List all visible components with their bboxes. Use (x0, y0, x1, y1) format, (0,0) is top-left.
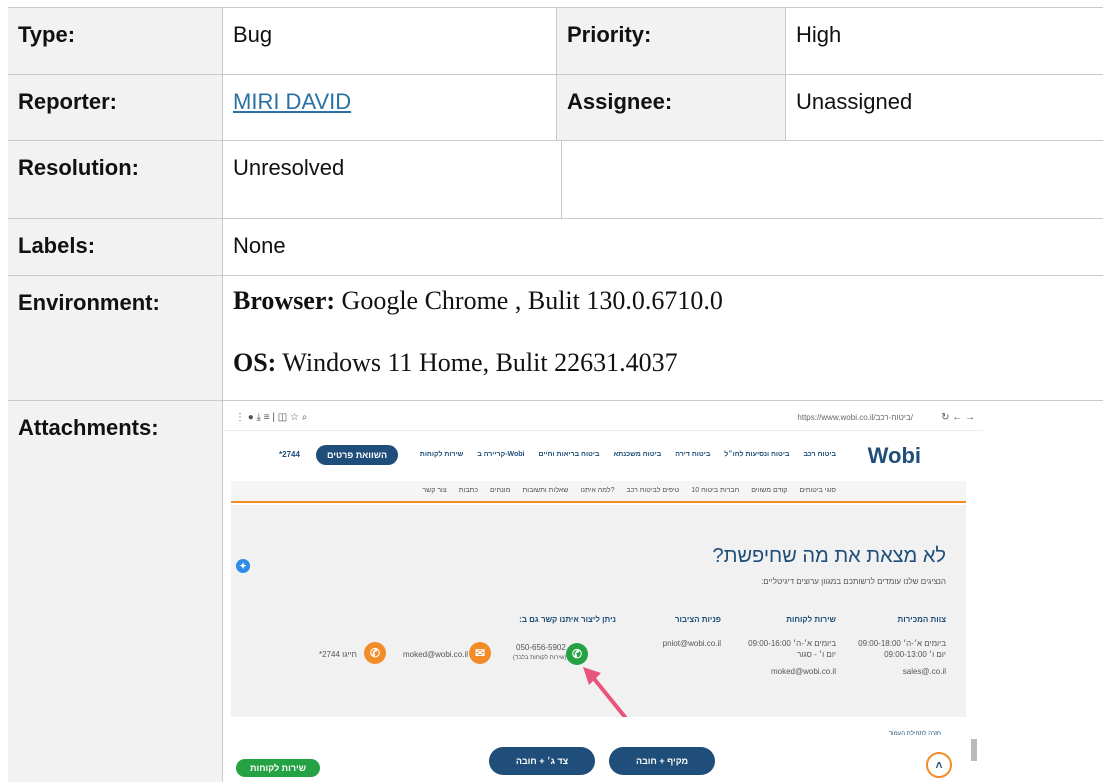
labels-value: None (233, 233, 286, 258)
browser-icons: ⋮ ● ⤓ ≡ | ◫ ☆ ⌕ (235, 412, 308, 423)
os-line: OS: Windows 11 Home, Bulit 22631.4037 (233, 348, 723, 378)
comprehensive-button[interactable]: מקיף + חובה (609, 747, 715, 775)
browser-line: Browser: Google Chrome , Bulit 130.0.671… (233, 286, 723, 316)
public-mail[interactable]: pniot@wobi.co.il (663, 639, 721, 648)
phone-number: *2744 (279, 450, 300, 459)
sub-nav: סוגי ביטוחים קודם משווים 10 חברות ביטוח טיפ… (231, 481, 966, 503)
site-nav-item[interactable]: ביטוח בריאות וחיים (538, 451, 599, 458)
assignee-value: Unassigned (796, 89, 913, 114)
sub-nav-item[interactable]: טיפים לביטוח רכב (627, 487, 680, 494)
type-label: Type: (8, 8, 223, 74)
sales-mail[interactable]: sales@.co.il (903, 667, 946, 676)
browser-toolbar: https://www.wobi.co.il/ביטוח-רכב/ ⋮ ● ⤓ … (223, 407, 983, 431)
attachments-label: Attachments: (8, 401, 223, 782)
accessibility-icon[interactable]: ✦ (236, 559, 250, 573)
compare-button[interactable]: השוואת פרטים (316, 445, 398, 465)
assignee-label: Assignee: (556, 75, 786, 140)
browser-value: Google Chrome , Bulit 130.0.6710.0 (335, 286, 723, 315)
site-nav-item[interactable]: ביטוח ונסיעות לחו״ל (724, 451, 789, 458)
priority-value: High (796, 22, 842, 47)
red-arrow-annotation (583, 667, 627, 719)
col-sales: צוות המכירות (897, 615, 946, 624)
sub-nav-item[interactable]: צור קשר (422, 487, 446, 494)
attachment-screenshot[interactable]: https://www.wobi.co.il/ביטוח-רכב/ ⋮ ● ⤓ … (223, 407, 983, 782)
site-nav: ביטוח רכב ביטוח ונסיעות לחו״ל ביטוח דירה בי… (420, 451, 836, 458)
back-to-top-button[interactable]: ˄ (926, 752, 952, 778)
site-nav-item[interactable]: ביטוח רכב (803, 451, 836, 458)
site-nav-item[interactable]: שירות לקוחות (420, 451, 464, 458)
scrollbar[interactable] (971, 739, 977, 761)
environment-value: Browser: Google Chrome , Bulit 130.0.671… (223, 276, 735, 400)
whatsapp-phone: 050-656-5902 (516, 643, 566, 652)
back-to-top-label: חזרה לתחילת העמוד (888, 731, 941, 737)
row-resolution: Resolution: Unresolved (8, 140, 1103, 219)
site-nav-item[interactable]: ביטוח משכנתא (613, 451, 661, 458)
site-nav-item[interactable]: קריירה ב-Wobi (477, 451, 524, 458)
browser-nav-icons: ↻ ← → (941, 412, 975, 423)
contact-headline: לא מצאת את מה שחיפשת? (712, 545, 947, 567)
service-mail[interactable]: moked@wobi.co.il (771, 667, 836, 676)
environment-label: Environment: (8, 276, 223, 400)
site-header: Wobi ביטוח רכב ביטוח ונסיעות לחו״ל ביטוח ד… (231, 431, 966, 481)
browser-key: Browser: (233, 286, 336, 315)
resolution-value: Unresolved (233, 155, 345, 180)
sales-hours: ביומים א׳-ה׳ 09:00-18:00 (858, 639, 946, 648)
sub-nav-item[interactable]: קודם משווים (751, 487, 787, 494)
row-reporter: Reporter: MIRI DAVID Assignee: Unassigne… (8, 74, 1103, 140)
row-labels: Labels: None (8, 218, 1103, 275)
reporter-label: Reporter: (8, 75, 223, 140)
contact-section: ✦ לא מצאת את מה שחיפשת? הנציגים שלנו עומ… (231, 505, 966, 719)
os-value: Windows 11 Home, Bulit 22631.4037 (276, 348, 678, 377)
site-footer: חזרה לתחילת העמוד שירות לקוחות צד ג׳ + ח… (231, 717, 977, 782)
type-value: Bug (233, 22, 273, 47)
row-type: Type: Bug Priority: High (8, 7, 1103, 74)
col-public: פניות הציבור (674, 615, 721, 624)
labels-label: Labels: (8, 219, 223, 275)
green-service-button[interactable]: שירות לקוחות (236, 759, 320, 777)
reporter-link[interactable]: MIRI DAVID (233, 89, 351, 114)
sub-nav-item[interactable]: למה איתנו? (580, 487, 614, 494)
phone-icon[interactable]: ✆ (364, 642, 386, 664)
sub-nav-item[interactable]: שאלות ותשובות (522, 487, 568, 494)
resolution-divider (561, 141, 562, 219)
whatsapp-note: (שירות לקוחות בלבד) (513, 655, 567, 661)
sub-nav-item[interactable]: כתבות (459, 487, 478, 494)
browser-url[interactable]: https://www.wobi.co.il/ביטוח-רכב/ (797, 413, 913, 422)
site-nav-item[interactable]: ביטוח דירה (675, 451, 710, 458)
row-environment: Environment: Browser: Google Chrome , Bu… (8, 275, 1103, 400)
sub-nav-items: סוגי ביטוחים קודם משווים 10 חברות ביטוח טיפ… (422, 487, 836, 494)
email-contact[interactable]: moked@wobi.co.il (403, 650, 468, 659)
whatsapp-icon[interactable]: ✆ (566, 643, 588, 665)
sub-nav-item[interactable]: סוגי ביטוחים (799, 487, 836, 494)
reporter-cell: MIRI DAVID (223, 75, 363, 140)
email-icon[interactable]: ✉ (469, 642, 491, 664)
col-other: ניתן ליצור איתנו קשר גם ב: (519, 615, 616, 624)
priority-label: Priority: (556, 8, 786, 74)
sales-fri: יום ו׳ 09:00-13:00 (884, 650, 946, 659)
resolution-label: Resolution: (8, 141, 223, 218)
phone-contact: *2744 חייגו (319, 650, 357, 659)
service-hours: ביומים א׳-ה׳ 09:00-16:00 (748, 639, 836, 648)
service-fri: יום ו׳ - סגור (796, 650, 836, 659)
contact-subhead: הנציגים שלנו עומדים לרשותכם במגוון ערוצי… (761, 577, 946, 586)
col-service: שירות לקוחות (786, 615, 836, 624)
sub-nav-item[interactable]: מונחים (490, 487, 510, 494)
sub-nav-item[interactable]: 10 חברות ביטוח (691, 487, 739, 494)
third-party-button[interactable]: צד ג׳ + חובה (489, 747, 595, 775)
wobi-logo[interactable]: Wobi (868, 443, 921, 469)
os-key: OS: (233, 348, 277, 377)
service-button-label: שירות לקוחות (250, 763, 306, 773)
